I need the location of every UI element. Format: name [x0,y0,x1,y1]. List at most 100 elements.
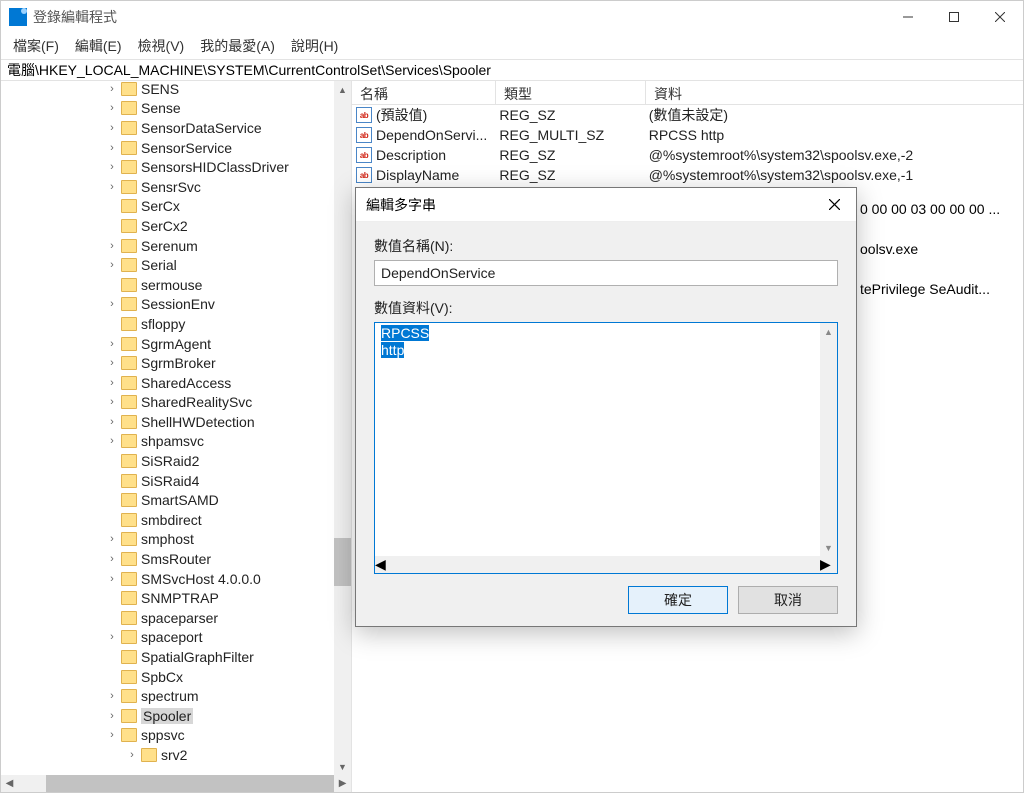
tree-item-label: SensorService [141,140,232,156]
address-bar[interactable]: 電腦\HKEY_LOCAL_MACHINE\SYSTEM\CurrentCont… [1,59,1023,81]
chevron-right-icon[interactable]: › [105,102,119,114]
scroll-thumb[interactable] [334,538,351,586]
dialog-h-scrollbar[interactable]: ◀ ▶ [375,556,837,573]
tree-item[interactable]: ›Serenum [1,236,351,256]
chevron-right-icon[interactable]: › [105,240,119,252]
col-type[interactable]: 類型 [496,81,646,104]
chevron-right-icon[interactable]: › [105,122,119,134]
chevron-right-icon[interactable]: › [105,573,119,585]
scroll-left-icon[interactable]: ◀ [1,775,18,792]
menu-view[interactable]: 檢視(V) [132,34,191,58]
chevron-right-icon[interactable]: › [105,710,119,722]
tree-item[interactable]: ›SharedRealitySvc [1,393,351,413]
tree-item[interactable]: ›SmartSAMD [1,490,351,510]
chevron-right-icon[interactable]: › [105,416,119,428]
scroll-down-icon[interactable]: ▼ [334,758,351,775]
h-scroll-thumb[interactable] [46,775,334,792]
tree-item[interactable]: ›spaceport [1,628,351,648]
tree-item[interactable]: ›SessionEnv [1,295,351,315]
scroll-up-icon[interactable]: ▲ [334,81,351,98]
tree-item[interactable]: ›smphost [1,530,351,550]
tree-item[interactable]: ›SgrmAgent [1,334,351,354]
chevron-right-icon[interactable]: › [105,533,119,545]
tree-item[interactable]: ›shpamsvc [1,432,351,452]
scroll-down-icon[interactable]: ▼ [820,539,837,556]
tree-item[interactable]: ›SiSRaid2 [1,451,351,471]
value-data-textarea[interactable]: RPCSShttp [375,323,820,556]
menu-edit[interactable]: 編輯(E) [69,34,128,58]
tree-item[interactable]: ›sfloppy [1,314,351,334]
minimize-button[interactable] [885,1,931,33]
list-row[interactable]: abDependOnServi...REG_MULTI_SZRPCSS http [352,125,1023,145]
tree-h-scrollbar[interactable]: ◀ ▶ [1,775,351,792]
scroll-up-icon[interactable]: ▲ [820,323,837,340]
tree-item[interactable]: ›SensrSvc [1,177,351,197]
tree-item[interactable]: ›SpatialGraphFilter [1,647,351,667]
tree-item[interactable]: ›SMSvcHost 4.0.0.0 [1,569,351,589]
list-rows: ab(預設值)REG_SZ(數值未設定)abDependOnServi...RE… [352,105,1023,185]
menu-help[interactable]: 說明(H) [285,34,344,58]
close-button[interactable] [977,1,1023,33]
tree-item[interactable]: ›smbdirect [1,510,351,530]
scroll-right-icon[interactable]: ▶ [334,775,351,792]
tree-item[interactable]: ›SerCx [1,197,351,217]
col-name[interactable]: 名稱 [352,81,496,104]
maximize-button[interactable] [931,1,977,33]
tree-item[interactable]: ›sermouse [1,275,351,295]
list-row[interactable]: abDisplayNameREG_SZ@%systemroot%\system3… [352,165,1023,185]
value-name-input[interactable] [374,260,838,286]
tree-item[interactable]: ›SensorDataService [1,118,351,138]
tree-item[interactable]: ›Sense [1,99,351,119]
chevron-right-icon[interactable]: › [105,298,119,310]
cancel-button[interactable]: 取消 [738,586,838,614]
tree-item[interactable]: ›sppsvc [1,726,351,746]
tree-item[interactable]: ›SerCx2 [1,216,351,236]
menu-favorites[interactable]: 我的最愛(A) [194,34,281,58]
chevron-right-icon: › [105,651,119,663]
tree-item[interactable]: ›Spooler [1,706,351,726]
chevron-right-icon[interactable]: › [105,435,119,447]
list-row[interactable]: abDescriptionREG_SZ@%systemroot%\system3… [352,145,1023,165]
chevron-right-icon[interactable]: › [105,161,119,173]
tree-item[interactable]: › SensorService [1,138,351,158]
tree-view[interactable]: ›SENS›Sense›SensorDataService›SensorServ… [1,81,351,775]
tree-item[interactable]: ›SensorsHIDClassDriver [1,157,351,177]
chevron-right-icon[interactable]: › [105,396,119,408]
tree-item[interactable]: ›SharedAccess [1,373,351,393]
chevron-right-icon[interactable]: › [105,690,119,702]
dialog-v-scrollbar[interactable]: ▲ ▼ [820,323,837,556]
chevron-right-icon[interactable]: › [105,357,119,369]
chevron-right-icon[interactable]: › [105,631,119,643]
chevron-right-icon[interactable]: › [105,259,119,271]
tree-item[interactable]: ›spaceparser [1,608,351,628]
col-data[interactable]: 資料 [646,81,1023,104]
tree-item[interactable]: ›Serial [1,255,351,275]
scroll-left-icon[interactable]: ◀ [375,556,392,573]
chevron-right-icon[interactable]: › [105,553,119,565]
list-row[interactable]: ab(預設值)REG_SZ(數值未設定) [352,105,1023,125]
chevron-right-icon[interactable]: › [105,181,119,193]
tree-item[interactable]: ›SpbCx [1,667,351,687]
dialog-titlebar[interactable]: 編輯多字串 [356,188,856,222]
tree-item[interactable]: ›SgrmBroker [1,353,351,373]
tree-item[interactable]: ›SNMPTRAP [1,588,351,608]
folder-icon [121,689,137,703]
tree-item[interactable]: ›SENS [1,81,351,99]
tree-scrollbar[interactable]: ▲ ▼ [334,81,351,775]
chevron-right-icon[interactable]: › [105,83,119,95]
chevron-right-icon[interactable]: › [105,142,119,154]
ok-button[interactable]: 確定 [628,586,728,614]
tree-item[interactable]: ›spectrum [1,686,351,706]
titlebar[interactable]: 登錄編輯程式 [1,1,1023,33]
menu-file[interactable]: 檔案(F) [7,34,65,58]
tree-item[interactable]: ›ShellHWDetection [1,412,351,432]
chevron-right-icon[interactable]: › [105,338,119,350]
tree-item[interactable]: ›SmsRouter [1,549,351,569]
tree-item[interactable]: ›SiSRaid4 [1,471,351,491]
dialog-close-button[interactable] [812,188,856,221]
chevron-right-icon[interactable]: › [105,729,119,741]
chevron-right-icon[interactable]: › [105,377,119,389]
tree-item[interactable]: ›srv2 [1,745,351,765]
scroll-right-icon[interactable]: ▶ [820,556,837,573]
chevron-right-icon[interactable]: › [125,749,139,761]
